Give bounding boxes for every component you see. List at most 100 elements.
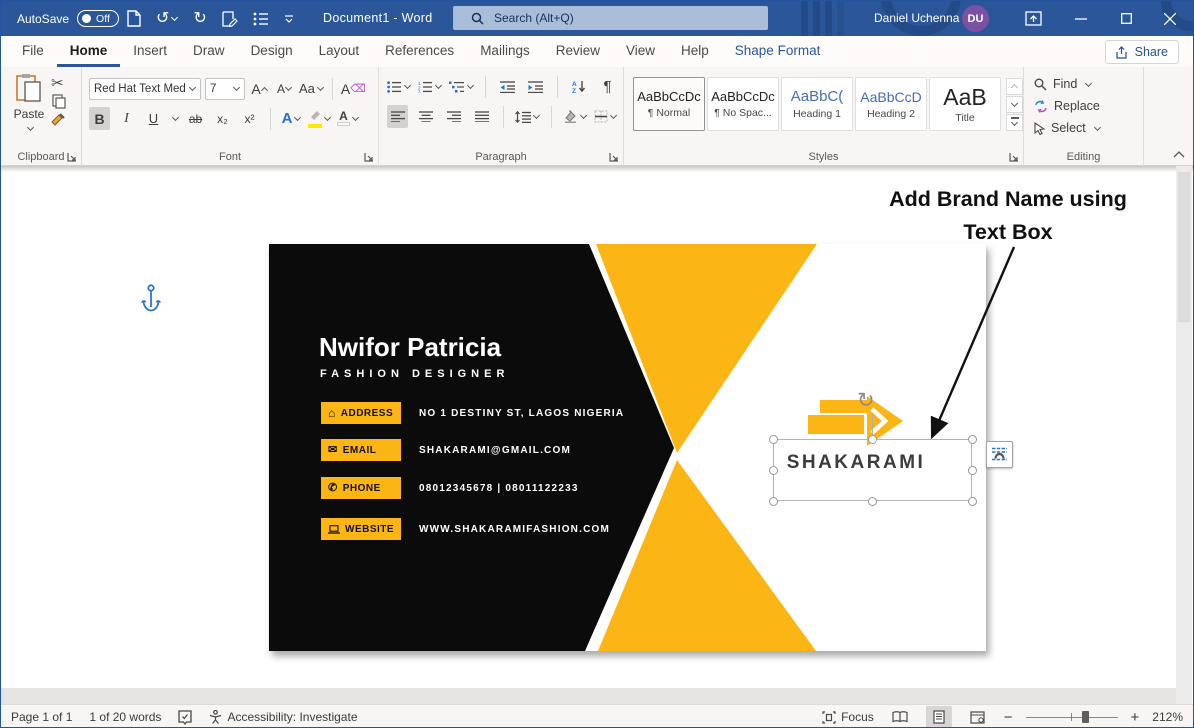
copy-button[interactable] — [52, 94, 66, 112]
format-painter-button[interactable] — [50, 113, 66, 131]
bold-button[interactable]: B — [89, 107, 110, 130]
web-layout-button[interactable] — [965, 706, 991, 728]
selection-handle[interactable] — [769, 435, 778, 444]
search-input[interactable]: Search (Alt+Q) — [453, 6, 768, 30]
avatar[interactable]: DU — [962, 5, 989, 32]
select-button[interactable]: Select — [1034, 117, 1101, 139]
find-button[interactable]: Find — [1034, 73, 1101, 95]
print-layout-button[interactable] — [926, 706, 952, 728]
align-left-button[interactable] — [387, 105, 408, 128]
clear-formatting-button[interactable]: A⌫ — [341, 77, 366, 100]
replace-button[interactable]: Replace — [1034, 95, 1101, 117]
tab-file[interactable]: File — [9, 36, 57, 67]
styles-more-button[interactable] — [1006, 114, 1023, 131]
selection-handle[interactable] — [769, 466, 778, 475]
italic-button[interactable]: I — [116, 107, 137, 130]
highlight-color-button[interactable] — [308, 107, 331, 130]
text-effects-button[interactable]: A — [281, 107, 302, 130]
shrink-font-button[interactable]: A — [274, 77, 295, 100]
borders-button[interactable] — [594, 105, 617, 128]
autosave-toggle[interactable]: Off — [77, 10, 119, 27]
font-size-select[interactable]: 7 — [205, 78, 245, 100]
style-heading-2[interactable]: AaBbCcDHeading 2 — [855, 77, 927, 131]
tab-mailings[interactable]: Mailings — [467, 36, 543, 67]
shading-button[interactable] — [563, 105, 587, 128]
rotation-handle[interactable]: ↻ — [857, 390, 875, 411]
font-name-select[interactable]: Red Hat Text Med — [89, 78, 201, 100]
zoom-level[interactable]: 212% — [1152, 710, 1183, 724]
chevron-down-icon[interactable] — [172, 114, 179, 121]
focus-mode-button[interactable]: Focus — [822, 710, 874, 724]
underline-button[interactable]: U — [143, 107, 164, 130]
align-right-button[interactable] — [443, 105, 464, 128]
brand-text[interactable]: SHAKARAMI — [776, 452, 936, 474]
collapse-ribbon-button[interactable] — [1173, 147, 1185, 161]
word-count[interactable]: 1 of 20 words — [89, 710, 161, 724]
styles-scroll-down-button[interactable] — [1006, 96, 1023, 113]
annotation-text[interactable]: Add Brand Name using Text Box — [841, 183, 1175, 249]
strikethrough-button[interactable]: ab — [185, 107, 206, 130]
style-title[interactable]: AaBTitle — [929, 77, 1001, 131]
decrease-indent-button[interactable] — [497, 75, 518, 98]
subscript-button[interactable]: x₂ — [212, 107, 233, 130]
styles-dialog-launcher[interactable] — [1009, 152, 1019, 162]
paragraph-dialog-launcher[interactable] — [609, 152, 619, 162]
new-document-icon[interactable] — [127, 10, 141, 27]
tab-draw[interactable]: Draw — [180, 36, 238, 67]
tab-view[interactable]: View — [613, 36, 668, 67]
layout-options-button[interactable] — [986, 441, 1013, 468]
justify-button[interactable] — [471, 105, 492, 128]
paste-button[interactable]: Paste — [11, 73, 47, 135]
font-dialog-launcher[interactable] — [364, 152, 374, 162]
styles-scroll-up-button[interactable] — [1006, 78, 1023, 95]
proofing-status-button[interactable] — [178, 710, 192, 725]
cut-button[interactable]: ✂ — [51, 74, 64, 92]
numbering-button[interactable]: 123 — [418, 75, 442, 98]
clipboard-dialog-launcher[interactable] — [67, 152, 77, 162]
change-case-button[interactable]: Aa — [299, 77, 324, 100]
customize-qat-icon[interactable] — [284, 14, 294, 24]
read-mode-button[interactable] — [887, 706, 913, 728]
bullet-list-icon[interactable] — [253, 12, 269, 26]
scrollbar-thumb[interactable] — [1178, 172, 1190, 322]
user-name[interactable]: Daniel Uchenna — [874, 11, 959, 25]
document-canvas[interactable]: Nwifor Patricia FASHION DESIGNER ⌂ ADDRE… — [1, 166, 1193, 704]
align-center-button[interactable] — [415, 105, 436, 128]
show-formatting-button[interactable]: ¶ — [597, 75, 618, 98]
superscript-button[interactable]: x² — [239, 107, 260, 130]
tab-home[interactable]: Home — [57, 36, 121, 67]
zoom-in-button[interactable]: + — [1131, 709, 1140, 726]
minimize-button[interactable] — [1063, 1, 1099, 36]
zoom-slider[interactable] — [1026, 710, 1118, 724]
ribbon-display-options-button[interactable] — [1015, 1, 1051, 36]
zoom-out-button[interactable]: − — [1004, 709, 1013, 726]
increase-indent-button[interactable] — [525, 75, 546, 98]
bullets-button[interactable] — [387, 75, 411, 98]
editor-icon[interactable] — [222, 11, 238, 27]
selection-handle[interactable] — [769, 497, 778, 506]
selection-handle[interactable] — [868, 435, 877, 444]
vertical-scrollbar[interactable] — [1176, 166, 1192, 704]
font-color-button[interactable]: A — [337, 107, 359, 130]
annotation-arrow[interactable] — [916, 244, 1021, 444]
selection-handle[interactable] — [968, 497, 977, 506]
close-button[interactable] — [1152, 1, 1188, 36]
tab-review[interactable]: Review — [543, 36, 613, 67]
share-button[interactable]: Share — [1105, 40, 1179, 64]
maximize-button[interactable] — [1108, 1, 1144, 36]
line-spacing-button[interactable] — [515, 105, 540, 128]
style-normal[interactable]: AaBbCcDc¶ Normal — [633, 77, 705, 131]
tab-references[interactable]: References — [372, 36, 467, 67]
selection-handle[interactable] — [968, 466, 977, 475]
tab-shape-format[interactable]: Shape Format — [722, 36, 834, 67]
page-indicator[interactable]: Page 1 of 1 — [11, 710, 72, 724]
tab-design[interactable]: Design — [238, 36, 306, 67]
style-heading-1[interactable]: AaBbC(Heading 1 — [781, 77, 853, 131]
tab-help[interactable]: Help — [668, 36, 722, 67]
style-no-spacing[interactable]: AaBbCcDc¶ No Spac... — [707, 77, 779, 131]
tab-insert[interactable]: Insert — [120, 36, 180, 67]
multilevel-list-button[interactable] — [449, 75, 474, 98]
anchor-icon[interactable] — [141, 284, 161, 318]
redo-button[interactable]: ↻ — [193, 11, 206, 27]
accessibility-status[interactable]: Accessibility: Investigate — [209, 710, 357, 724]
